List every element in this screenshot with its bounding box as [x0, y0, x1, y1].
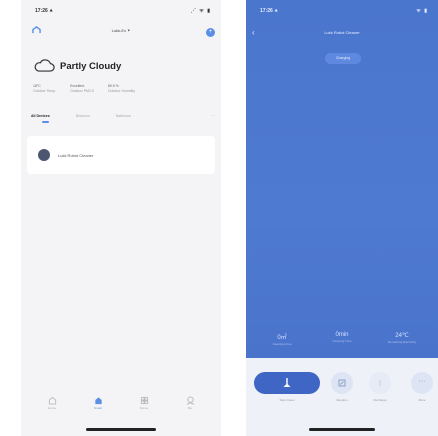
metric-label: Cleaning Area	[272, 342, 292, 346]
stat-label: Outdoor Temp.	[33, 88, 57, 93]
nav-label: Scene	[139, 406, 149, 410]
add-device-button[interactable]: +	[206, 28, 215, 37]
smart-tab-icon	[94, 397, 102, 405]
home-header: Lukk-Ex ⯆ +	[21, 26, 221, 40]
recharge-button[interactable]	[369, 372, 391, 394]
action-dock: Start Clean Random Recharge ··· More	[246, 358, 438, 436]
stat-pm25: Excellent Outdoor PM2.5	[70, 84, 94, 93]
cloud-icon	[34, 59, 55, 72]
status-time: 17:26 ⯅	[35, 8, 54, 14]
nav-smart[interactable]: Smart	[84, 396, 112, 416]
stat-label: Outdoor PM2.5	[70, 88, 94, 93]
metric-time: 0min Cleaning Time	[319, 332, 365, 346]
random-icon	[338, 379, 346, 387]
bottom-nav: Home Smart Scene Me	[21, 396, 221, 416]
start-clean-icon	[283, 378, 291, 387]
more-action[interactable]: ··· More	[410, 372, 434, 402]
recharge-action[interactable]: Recharge	[368, 372, 392, 402]
metric-area: 0㎡ Cleaning Area	[259, 332, 305, 346]
weather-summary: Partly Cloudy	[33, 58, 121, 74]
start-clean-action[interactable]: Start Clean	[254, 372, 320, 402]
device-card[interactable]: Lukk Robot Cleaner	[27, 136, 215, 174]
nav-home[interactable]: Home	[38, 396, 66, 416]
recharge-icon	[379, 380, 381, 386]
cleaning-metrics: 0㎡ Cleaning Area 0min Cleaning Time 24℃ …	[246, 332, 438, 346]
metric-value: 24℃	[395, 333, 409, 339]
action-buttons: Start Clean Random Recharge ··· More	[254, 372, 434, 406]
metric-battery: 24℃ Remaining Electricity	[379, 332, 425, 346]
action-label: Recharge	[373, 398, 387, 402]
tab-bedroom[interactable]: Bedroom	[76, 114, 90, 118]
stat-humidity: 69.5 % Outdoor Humidity	[108, 84, 135, 93]
action-label: Start Clean	[279, 398, 295, 402]
home-selector[interactable]: Lukk-Ex ⯆	[21, 28, 221, 33]
start-clean-button[interactable]	[254, 372, 320, 394]
device-hero: 17:26 ⯅ ᯤ ▮ ‹ Lukk Robot Cleaner Chargin…	[246, 0, 438, 358]
nav-me[interactable]: Me	[176, 396, 204, 416]
status-icons: ⋰ ᯤ ▮	[190, 8, 211, 14]
device-name: Lukk Robot Cleaner	[58, 152, 94, 158]
metric-value: 0㎡	[277, 335, 287, 341]
home-indicator	[309, 428, 375, 431]
tab-all-devices[interactable]: All Devices	[31, 114, 50, 118]
action-label: More	[418, 398, 426, 402]
me-tab-icon	[186, 396, 194, 405]
status-icons: ᯤ ▮	[416, 8, 428, 14]
weather-stats: 18°C Outdoor Temp. Excellent Outdoor PM2…	[33, 84, 211, 93]
nav-scene[interactable]: Scene	[130, 396, 158, 416]
robot-cleaner-icon	[38, 149, 50, 161]
home-tab-icon	[48, 396, 56, 405]
stat-label: Outdoor Humidity	[107, 88, 136, 93]
nav-label: Home	[47, 406, 56, 410]
scene-tab-icon	[140, 396, 148, 405]
action-label: Random	[336, 398, 348, 402]
stat-temp: 18°C Outdoor Temp.	[33, 84, 56, 93]
weather-condition: Partly Cloudy	[60, 60, 122, 72]
more-button[interactable]: ···	[411, 372, 433, 394]
tabs-more-button[interactable]: ···	[211, 113, 215, 118]
metric-label: Remaining Electricity	[387, 340, 416, 344]
random-action[interactable]: Random	[330, 372, 354, 402]
active-tab-indicator	[42, 121, 49, 123]
status-time: 17:26 ⯅	[260, 8, 279, 14]
status-badge: Charging	[325, 53, 361, 64]
nav-label: Me	[187, 406, 193, 410]
nav-label: Smart	[93, 406, 102, 410]
home-screen: 17:26 ⯅ ⋰ ᯤ ▮ Lukk-Ex ⯆ + Partly Cloudy …	[21, 0, 221, 436]
metric-value: 0min	[335, 332, 349, 338]
device-screen: 17:26 ⯅ ᯤ ▮ ‹ Lukk Robot Cleaner Chargin…	[246, 0, 438, 436]
tab-bathroom[interactable]: Bathroom	[116, 114, 131, 118]
random-button[interactable]	[331, 372, 353, 394]
page-title: Lukk Robot Cleaner	[324, 30, 360, 35]
status-bar: 17:26 ⯅ ⋰ ᯤ ▮	[35, 8, 211, 16]
status-bar: 17:26 ⯅ ᯤ ▮	[260, 8, 428, 16]
metric-label: Cleaning Time	[332, 339, 352, 343]
home-indicator	[86, 428, 156, 431]
room-tabs: All Devices Bedroom Bathroom ···	[31, 111, 215, 123]
